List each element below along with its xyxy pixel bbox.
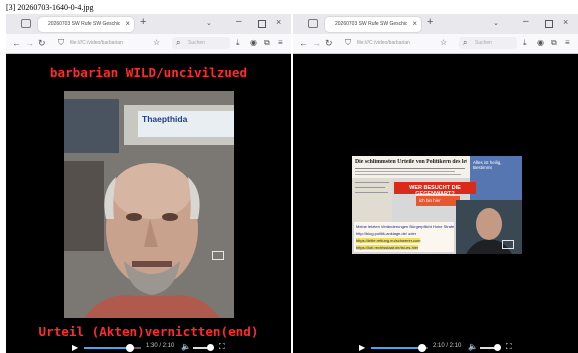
tab-overview-icon[interactable] <box>308 19 318 28</box>
extensions-icon[interactable]: ⧉ <box>264 38 270 48</box>
link-item[interactable]: https://lob.rechtsstaat.de/ist-es-hier <box>356 245 419 250</box>
new-tab-icon[interactable]: + <box>140 16 146 28</box>
minimize-icon[interactable]: – <box>523 16 529 27</box>
progress-track[interactable] <box>371 344 428 352</box>
video-controls: ▶ 2:10 / 2:10 🔈 ⛶ <box>293 342 578 353</box>
search-placeholder: Suchen <box>475 40 492 46</box>
window-close-icon[interactable]: × <box>563 17 568 27</box>
url-text: file:///C:/video/barbarian <box>357 40 410 46</box>
reload-icon[interactable]: ↻ <box>38 38 46 49</box>
volume-icon[interactable]: 🔈 <box>468 342 478 351</box>
fullscreen-icon[interactable]: ⛶ <box>506 342 512 352</box>
browser-tab[interactable]: 20260703 SW Rufe SW Geschichte × <box>325 17 421 32</box>
close-icon[interactable]: × <box>125 19 130 28</box>
back-icon[interactable]: ← <box>299 38 308 48</box>
search-icon: ⌕ <box>176 38 181 47</box>
fullscreen-icon[interactable]: ⛶ <box>219 342 225 352</box>
volume-slider[interactable] <box>193 344 214 351</box>
forward-icon[interactable]: → <box>312 38 321 48</box>
search-field[interactable]: ⌕ Suchen <box>172 37 230 49</box>
side-panel-text: Alles ist heilig, Bestimmt <box>473 160 502 170</box>
url-bar[interactable]: ⛉ file:///C:/video/barbarian ☆ <box>345 37 455 49</box>
video-frame-person <box>64 91 234 318</box>
play-icon[interactable]: ▶ <box>72 343 78 352</box>
headline: Die schlimmsten Urteile von Politikern d… <box>355 159 467 165</box>
menu-icon[interactable]: ≡ <box>565 38 570 47</box>
tab-title: 20260703 SW Rufe SW Geschichte <box>48 21 120 27</box>
progress-fill <box>84 347 130 349</box>
video-player[interactable]: Thaepthida <box>64 91 234 318</box>
link-list: Meine letzten Veränderungen Bürgerpflich… <box>354 222 454 252</box>
account-icon[interactable]: ◉ <box>537 38 544 47</box>
picture-in-picture-icon[interactable] <box>212 251 224 260</box>
navigation-bar: ← → ↻ ⛉ file:///C:/video/barbarian ☆ ⌕ S… <box>293 34 578 54</box>
link-item[interactable]: https://bitte.rettung.eu/schwerer.com <box>356 238 421 243</box>
forward-icon[interactable]: → <box>25 38 34 48</box>
progress-fill <box>371 347 423 349</box>
progress-knob[interactable] <box>418 344 427 352</box>
chevron-down-icon[interactable]: ⌄ <box>493 19 499 27</box>
volume-knob[interactable] <box>494 344 501 351</box>
shield-icon: ⛉ <box>345 38 351 47</box>
back-icon[interactable]: ← <box>12 38 21 48</box>
minimize-icon[interactable]: – <box>236 16 242 27</box>
download-icon[interactable]: ⤓ <box>236 38 240 48</box>
url-text: file:///C:/video/barbarian <box>70 40 123 46</box>
tab-bar: 20260703 SW Rufe SW Geschichte × + ⌄ – × <box>293 14 578 34</box>
link-item: Meine letzten Veränderungen Bürgerpflich… <box>356 224 455 229</box>
volume-knob[interactable] <box>207 344 214 351</box>
badge: ich bin hier <box>416 196 460 206</box>
side-panel: Alles ist heilig, Bestimmt <box>470 156 522 200</box>
maximize-icon[interactable] <box>258 20 266 28</box>
window-close-icon[interactable]: × <box>276 17 281 27</box>
reload-icon[interactable]: ↻ <box>325 38 333 49</box>
menu-icon[interactable]: ≡ <box>278 38 283 47</box>
banner-ribbon: WER BESUCHT DIE GEGENWART? <box>394 182 476 197</box>
chevron-down-icon[interactable]: ⌄ <box>206 19 212 27</box>
maximize-icon[interactable] <box>545 20 553 28</box>
browser-window-right: 20260703 SW Rufe SW Geschichte × + ⌄ – ×… <box>293 14 578 353</box>
progress-knob[interactable] <box>125 344 134 352</box>
link-item[interactable]: http://blog.politik-anklage.de/ oder <box>356 231 416 236</box>
sign-text: Thaepthida <box>142 114 188 124</box>
bookmark-star-icon[interactable]: ☆ <box>440 38 447 47</box>
new-tab-icon[interactable]: + <box>427 16 433 28</box>
close-icon[interactable]: × <box>412 19 417 28</box>
overlay-caption: Urteil (Akten)vernictten(end) <box>38 324 259 339</box>
video-player[interactable]: Die schlimmsten Urteile von Politikern d… <box>352 156 522 254</box>
tab-overview-icon[interactable] <box>21 19 31 28</box>
browser-window-left: 20260703 SW Rufe SW Geschichte × + ⌄ – ×… <box>6 14 291 353</box>
download-icon[interactable]: ⤓ <box>523 38 527 48</box>
extensions-icon[interactable]: ⧉ <box>551 38 557 48</box>
search-field[interactable]: ⌕ Suchen <box>459 37 517 49</box>
volume-icon[interactable]: 🔈 <box>181 342 191 351</box>
overlay-title: barbarian WILD/uncivilzued <box>49 65 248 80</box>
badge-text: ich bin hier <box>419 198 441 203</box>
video-controls: ▶ 1:30 / 2:10 🔈 ⛶ <box>6 342 291 353</box>
url-bar[interactable]: ⛉ file:///C:/video/barbarian ☆ <box>58 37 168 49</box>
search-placeholder: Suchen <box>188 40 205 46</box>
time-display: 1:30 / 2:10 <box>146 343 175 349</box>
tab-bar: 20260703 SW Rufe SW Geschichte × + ⌄ – × <box>6 14 291 34</box>
browser-tab[interactable]: 20260703 SW Rufe SW Geschichte × <box>38 17 134 32</box>
account-icon[interactable]: ◉ <box>250 38 257 47</box>
picture-in-picture-icon[interactable] <box>502 240 514 249</box>
navigation-bar: ← → ↻ ⛉ file:///C:/video/barbarian ☆ ⌕ S… <box>6 34 291 54</box>
search-icon: ⌕ <box>463 38 468 47</box>
tab-title: 20260703 SW Rufe SW Geschichte <box>335 21 407 27</box>
image-caption: [3] 20260703-1640-0-4.jpg <box>6 3 94 12</box>
volume-slider[interactable] <box>480 344 501 351</box>
progress-track[interactable] <box>84 344 141 352</box>
play-icon[interactable]: ▶ <box>359 343 365 352</box>
shield-icon: ⛉ <box>58 38 64 47</box>
bookmark-star-icon[interactable]: ☆ <box>153 38 160 47</box>
time-display: 2:10 / 2:10 <box>433 343 462 349</box>
